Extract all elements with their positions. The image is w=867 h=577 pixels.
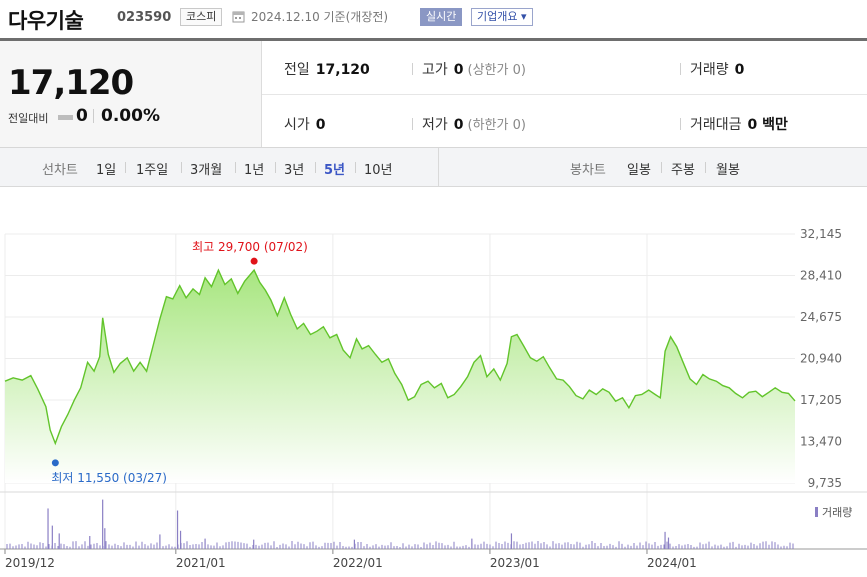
tab-3y[interactable]: 3년	[284, 159, 304, 178]
company-overview-button[interactable]: 기업개요 ▾	[471, 8, 533, 26]
max-marker	[250, 257, 258, 265]
cell-separator	[412, 63, 413, 75]
y-tick-label: 17,205	[800, 393, 842, 407]
quote-panel: 17,120 전일대비 0 0.00% 전일 17,120 고가 0 (상한가 0) …	[0, 41, 867, 148]
cell-separator	[412, 118, 413, 130]
tab-separator	[125, 162, 126, 173]
volume-legend-swatch	[815, 507, 818, 517]
tab-separator	[315, 162, 316, 173]
tab-separator	[705, 162, 706, 173]
max-annotation: 최고 29,700 (07/02)	[192, 240, 308, 254]
tab-separator	[181, 162, 182, 173]
period-bar-divider	[438, 148, 439, 187]
change-separator	[93, 109, 94, 123]
y-tick-label: 32,145	[800, 227, 842, 241]
cell-separator	[680, 118, 681, 130]
high-value: 0	[453, 62, 464, 78]
prev-close-cell: 전일 17,120	[284, 59, 370, 79]
company-name: 다우기술	[8, 9, 84, 33]
x-tick-label: 2019/12	[5, 556, 55, 570]
line-chart-label: 선차트	[42, 163, 78, 178]
prev-close-label: 전일	[284, 62, 310, 78]
open-label: 시가	[284, 117, 310, 133]
tab-separator	[275, 162, 276, 173]
volume-value: 0	[734, 62, 745, 78]
reference-date: 2024.12.10 기준(개장전)	[251, 10, 389, 24]
open-value: 0	[315, 117, 326, 133]
tab-weekly[interactable]: 주봉	[671, 159, 695, 178]
tab-daily[interactable]: 일봉	[627, 159, 651, 178]
calendar-icon	[232, 11, 245, 23]
current-price: 17,120	[8, 63, 134, 103]
min-annotation: 최저 11,550 (03/27)	[51, 471, 167, 485]
y-tick-label: 13,470	[800, 435, 842, 449]
stock-code: 023590	[117, 10, 172, 25]
amount-value: 0 백만	[747, 117, 788, 133]
change-percent: 0.00%	[101, 106, 160, 126]
y-tick-label: 20,940	[800, 352, 842, 366]
x-tick-label: 2022/01	[333, 556, 383, 570]
candle-chart-label: 봉차트	[570, 163, 606, 178]
amount-label: 거래대금	[690, 117, 742, 133]
low-value: 0	[453, 117, 464, 133]
x-tick-label: 2024/01	[647, 556, 697, 570]
amount-cell: 거래대금 0 백만	[690, 114, 788, 134]
tab-10y[interactable]: 10년	[364, 159, 393, 178]
tab-monthly[interactable]: 월봉	[716, 159, 740, 178]
x-tick-label: 2021/01	[176, 556, 226, 570]
y-tick-label: 9,735	[808, 476, 842, 490]
tab-separator	[235, 162, 236, 173]
volume-cell: 거래량 0	[690, 59, 744, 79]
high-label: 고가	[422, 62, 448, 78]
flat-change-icon	[58, 115, 73, 120]
chart-period-bar: 선차트 1일 1주일 3개월 1년 3년 5년 10년 봉차트 일봉 주봉 월봉	[0, 148, 867, 187]
min-marker	[51, 459, 59, 467]
price-area	[5, 270, 795, 483]
low-cell: 저가 0 (하한가 0)	[422, 114, 526, 134]
prev-close-value: 17,120	[315, 62, 370, 78]
tab-1d[interactable]: 1일	[96, 159, 116, 178]
tab-1y[interactable]: 1년	[244, 159, 264, 178]
realtime-button[interactable]: 실시간	[420, 8, 463, 26]
change-label: 전일대비	[8, 112, 49, 125]
tab-separator	[661, 162, 662, 173]
low-label: 저가	[422, 117, 448, 133]
price-chart[interactable]: 32,145 28,410 24,675 20,940 17,205 13,470 9,73…	[0, 187, 867, 577]
y-tick-label: 28,410	[800, 269, 842, 283]
price-chart-svg: 32,145 28,410 24,675 20,940 17,205 13,470 9,73…	[0, 227, 867, 570]
quote-row-divider	[262, 94, 867, 95]
price-summary: 17,120 전일대비 0 0.00%	[0, 41, 262, 147]
tab-5y[interactable]: 5년	[324, 159, 345, 178]
lower-limit: (하한가 0)	[467, 118, 526, 133]
market-badge: 코스피	[180, 8, 223, 26]
volume-legend-label: 거래량	[822, 506, 852, 519]
tab-separator	[355, 162, 356, 173]
upper-limit: (상한가 0)	[467, 63, 526, 78]
stock-header: 다우기술 023590 코스피 2024.12.10 기준(개장전) 실시간 기…	[0, 0, 867, 38]
volume-label: 거래량	[690, 62, 729, 78]
tab-1w[interactable]: 1주일	[136, 159, 168, 178]
cell-separator	[680, 63, 681, 75]
high-cell: 고가 0 (상한가 0)	[422, 59, 526, 79]
y-tick-label: 24,675	[800, 310, 842, 324]
x-tick-label: 2023/01	[490, 556, 540, 570]
tab-3m[interactable]: 3개월	[190, 159, 222, 178]
open-cell: 시가 0	[284, 114, 326, 134]
change-value: 0	[76, 106, 88, 126]
